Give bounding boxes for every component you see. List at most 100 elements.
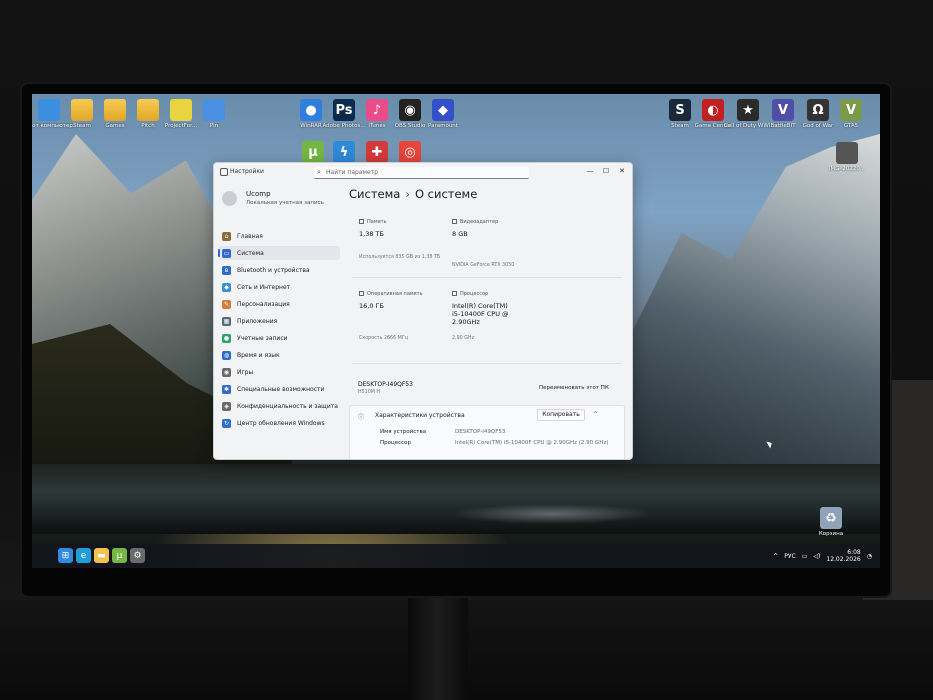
recycle-bin-icon: ♻ [820,507,842,529]
nav-item[interactable]: ◆ Сеть и Интернет [218,280,340,294]
about-page: Система › О системе Память 1,38 ТБ Использ… [344,183,632,459]
cod-icon: ★ [737,99,759,121]
game-center-icon: ◐ [702,99,724,121]
wallpaper-mountain-right [632,134,880,464]
network-icon[interactable]: ▭ [802,553,808,560]
device-specs-title[interactable]: Характеристики устройства [375,412,465,419]
shortcut-label: Pin [209,123,219,129]
rename-pc-button[interactable]: Переименовать этот ПК [539,385,609,391]
gta-icon: V [840,99,862,121]
edge-icon[interactable]: e [76,548,91,563]
divider [352,277,622,278]
device-name: DESKTOP-I49QF53 [358,381,413,388]
cpu-icon [452,291,457,296]
bluetooth-icon: ʙ [222,265,231,275]
clock[interactable]: 6:08 12.02.2026 [826,549,860,563]
storage-label: Память [359,219,386,225]
update-icon: ↻ [222,418,231,428]
search-input[interactable]: ⌕ Найти параметр [314,167,529,179]
desktop-shortcut[interactable]: Pin [189,99,239,129]
account-type: Локальная учетная запись [246,200,324,206]
settings-app-icon [220,168,228,176]
desktop-shortcut[interactable]: ◆ Paramount [418,99,468,129]
nav-item[interactable]: ✱ Специальные возможности [218,382,340,396]
user-name: Ucomp [246,190,271,198]
breadcrumb-separator: › [405,187,410,201]
nav-label: Главная [237,232,263,240]
nav-label: Конфиденциальность и защита [237,402,338,410]
language-indicator[interactable]: РУС [784,553,795,560]
desktop-shortcut[interactable]: V GTA5 [826,99,876,129]
monitor-stand [408,594,468,700]
image-file-icon [836,142,858,164]
utorrent-icon[interactable]: µ [112,548,127,563]
close-button[interactable]: ✕ [616,167,628,175]
volume-icon[interactable]: ◁) [813,553,820,560]
nav-item[interactable]: ʙ Bluetooth и устройства [218,263,340,277]
search-icon: ⌕ [317,168,321,176]
accounts-icon: ● [222,333,231,343]
home-icon: ⌂ [222,231,231,241]
cube-icon: ◆ [432,99,454,121]
nav-label: Персонализация [237,300,290,308]
search-placeholder: Найти параметр [326,169,378,176]
desktop-shortcut[interactable]: IMG_20220... [822,142,872,172]
nav-label: Игры [237,368,254,376]
desktop-shortcut[interactable]: ◎ [385,141,435,163]
cpu-label: Процессор [452,291,488,297]
settings-window: Настройки ⌕ Найти параметр — ☐ ✕ Ucomp Л… [213,162,633,460]
page-title: О системе [414,187,478,201]
nav-item[interactable]: ↻ Центр обновления Windows [218,416,340,430]
date: 12.02.2026 [826,556,861,563]
desktop-screen: Этот компьютерSteamGamesPitchProjectFor.… [32,94,880,568]
storage-value: 1,38 ТБ [359,230,384,238]
wallpaper-lake-reflection [452,504,652,524]
ram-speed: Скорость 2666 МГц [359,336,409,341]
settings-gear-icon[interactable]: ⚙ [130,548,145,563]
processor-key: Процессор [380,440,412,446]
shortcut-label: Корзина [818,531,844,537]
ram-label: Оперативная память [359,291,423,297]
notification-bell-icon[interactable]: ◔ [867,553,872,560]
v-icon: V [772,99,794,121]
nav-item[interactable]: ◍ Время и язык [218,348,340,362]
shortcut-label: GTA5 [843,123,859,129]
nav-item[interactable]: ✎ Персонализация [218,297,340,311]
nav-item[interactable]: ● Учетные записи [218,331,340,345]
gamepad-icon: ◉ [222,367,231,377]
nav-item[interactable]: ▦ Приложения [218,314,340,328]
brush-icon: ✎ [222,299,231,309]
nav-item[interactable]: ◉ Игры [218,365,340,379]
shortcut-label: Paramount [428,123,458,129]
nav-label: Bluetooth и устройства [237,266,310,274]
chevron-up-icon[interactable]: ^ [593,411,598,418]
nav-label: Приложения [237,317,278,325]
chrome-icon: ◎ [399,141,421,163]
tray-overflow-chevron[interactable]: ^ [773,553,778,560]
nav-label: Время и язык [237,351,280,359]
shield-icon: ◈ [222,401,231,411]
explorer-folder-icon[interactable]: ▬ [94,548,109,563]
window-title: Настройки [230,168,264,175]
apps-icon: ▦ [222,316,231,326]
nav-item[interactable]: ◈ Конфиденциальность и защита [218,399,340,413]
title-bar: Настройки ⌕ Найти параметр — ☐ ✕ [214,163,632,183]
copy-button[interactable]: Копировать [537,409,585,421]
breadcrumb-parent[interactable]: Система [349,187,400,201]
ram-value: 16,0 ГБ [359,302,384,310]
nav-item[interactable]: ⌂ Главная [218,229,340,243]
taskbar: ⊞ e ▬ µ ⚙ ^ РУС ▭ ◁) 6:08 12.02.2026 ◔ [32,544,880,568]
divider [352,363,622,364]
desktop-shortcut[interactable]: ♻ Корзина [806,507,856,537]
cpu-speed: 2,90 GHz [452,336,475,341]
wifi-icon: ◆ [222,282,231,292]
minimize-button[interactable]: — [584,167,596,175]
nav-item[interactable]: ▭ Система [218,246,340,260]
active-indicator [218,249,220,257]
nav-label: Специальные возможности [237,385,325,393]
nav-label: Сеть и Интернет [237,283,291,291]
maximize-button[interactable]: ☐ [600,167,612,175]
device-model: H510M H [358,390,381,395]
storage-usage: Используется 835 GB из 1,38 ТБ [359,255,441,260]
windows-start-icon[interactable]: ⊞ [58,548,73,563]
